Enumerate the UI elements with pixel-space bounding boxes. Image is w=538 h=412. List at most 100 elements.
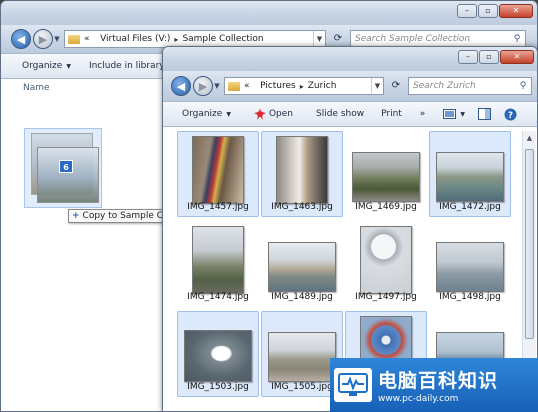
breadcrumb-sample-collection[interactable]: Sample Collection (182, 34, 263, 44)
preview-pane-button[interactable] (474, 108, 500, 120)
scroll-up-icon[interactable]: ▲ (523, 131, 536, 145)
address-overflow[interactable]: « (84, 34, 90, 44)
include-in-library-label: Include in library (88, 61, 165, 71)
back-button[interactable]: ◀ (11, 29, 31, 49)
maximize-button[interactable]: ▫ (479, 50, 499, 64)
address-bar[interactable]: « Pictures ▸ Zurich ▼ (224, 77, 384, 95)
more-commands-button[interactable]: » (411, 109, 435, 119)
chevron-down-icon: ▼ (66, 62, 71, 70)
file-tile[interactable]: IMG_1469.jpg (345, 131, 427, 217)
file-tile[interactable]: IMG_1503.jpg (177, 311, 259, 397)
scrollbar-thumb[interactable] (525, 149, 534, 339)
slide-show-button[interactable]: Slide show (302, 109, 373, 119)
chevron-down-icon: ▼ (226, 110, 231, 118)
help-icon: ? (504, 108, 517, 121)
include-in-library-button[interactable]: Include in library (80, 61, 174, 71)
back-arrow-icon: ◀ (16, 32, 26, 46)
file-name: IMG_1469.jpg (355, 202, 417, 212)
watermark-url: www.pc-daily.com (378, 394, 459, 404)
file-name: IMG_1463.jpg (271, 202, 333, 212)
address-overflow[interactable]: « (244, 81, 250, 91)
photo-thumbnail (436, 152, 504, 202)
drag-preview-photo (37, 147, 99, 203)
file-tile[interactable]: IMG_1498.jpg (429, 221, 511, 307)
close-button[interactable]: ✕ (499, 4, 533, 18)
back-button[interactable]: ◀ (171, 76, 191, 96)
more-commands-label: » (419, 109, 426, 119)
chevron-right-icon (254, 82, 257, 91)
back-arrow-icon: ◀ (176, 79, 186, 93)
organize-button[interactable]: Organize ▼ (13, 61, 80, 71)
chevron-right-icon[interactable]: ▸ (174, 35, 178, 44)
drag-preview: 6 (24, 128, 102, 208)
file-name: IMG_1498.jpg (439, 292, 501, 302)
window-controls: – ▫ ✕ (457, 50, 534, 64)
chevron-right-icon[interactable]: ▸ (300, 82, 304, 91)
window-controls: – ▫ ✕ (456, 4, 533, 18)
name-column-header[interactable]: Name (23, 83, 50, 93)
search-input[interactable]: Search Zurich ⚲ (408, 77, 532, 95)
file-tile[interactable]: IMG_1457.jpg (177, 131, 259, 217)
maximize-button[interactable]: ▫ (478, 4, 498, 18)
open-icon (253, 108, 266, 120)
search-icon[interactable]: ⚲ (515, 81, 531, 91)
search-icon[interactable]: ⚲ (509, 34, 525, 44)
slide-show-label: Slide show (316, 109, 365, 119)
preview-pane-icon (477, 108, 491, 120)
refresh-icon: ⟳ (333, 33, 343, 44)
photo-thumbnail (192, 136, 244, 204)
help-button[interactable]: ? (500, 108, 526, 121)
site-watermark: 电脑百科知识 www.pc-daily.com (330, 358, 538, 412)
change-view-button[interactable]: ▼ (434, 109, 474, 119)
address-dropdown[interactable]: ▼ (371, 78, 383, 94)
zurich-toolbar: Organize ▼ Open Slide show Print » ▼ ? (163, 101, 537, 127)
file-tile[interactable]: IMG_1463.jpg (261, 131, 343, 217)
print-label: Print (381, 109, 402, 119)
file-tile[interactable]: IMG_1497.jpg (345, 221, 427, 307)
breadcrumb-pictures[interactable]: Pictures (260, 81, 296, 91)
monitor-logo-icon (334, 368, 372, 402)
breadcrumb-virtual-files[interactable]: Virtual Files (V:) (100, 34, 170, 44)
file-name: IMG_1489.jpg (271, 292, 333, 302)
photo-thumbnail (192, 226, 244, 294)
breadcrumb-zurich[interactable]: Zurich (308, 81, 337, 91)
close-button[interactable]: ✕ (500, 50, 534, 64)
print-button[interactable]: Print (373, 109, 411, 119)
forward-arrow-icon: ▶ (198, 79, 208, 93)
search-placeholder: Search Zurich (413, 81, 476, 91)
file-tile[interactable]: IMG_1474.jpg (177, 221, 259, 307)
organize-label: Organize (22, 61, 63, 71)
chevron-right-icon (94, 35, 97, 44)
file-name: IMG_1457.jpg (187, 202, 249, 212)
file-name: IMG_1474.jpg (187, 292, 249, 302)
folder-icon (68, 34, 80, 44)
forward-button[interactable]: ▶ (33, 29, 53, 49)
photo-thumbnail (360, 226, 412, 294)
photo-thumbnail (352, 152, 420, 202)
file-tile[interactable]: IMG_1489.jpg (261, 221, 343, 307)
minimize-button[interactable]: – (457, 4, 477, 18)
organize-label: Organize (182, 109, 223, 119)
open-button[interactable]: Open (240, 108, 302, 120)
forward-arrow-icon: ▶ (38, 32, 48, 46)
folder-icon (228, 81, 240, 91)
search-placeholder: Search Sample Collection (355, 34, 471, 44)
refresh-button[interactable]: ⟳ (386, 77, 406, 95)
file-tile[interactable]: IMG_1472.jpg (429, 131, 511, 217)
copy-plus-icon: + (72, 211, 80, 221)
photo-thumbnail (276, 136, 328, 204)
recent-pages-dropdown[interactable]: ▼ (213, 82, 221, 90)
open-label: Open (268, 109, 293, 119)
photo-thumbnail (268, 332, 336, 382)
recent-pages-dropdown[interactable]: ▼ (53, 35, 61, 43)
watermark-title: 电脑百科知识 (378, 370, 499, 392)
photo-thumbnail (184, 330, 252, 382)
drag-count-badge: 6 (59, 160, 73, 173)
organize-button[interactable]: Organize ▼ (173, 109, 240, 119)
svg-text:?: ? (508, 111, 513, 121)
address-dropdown[interactable]: ▼ (313, 31, 325, 47)
minimize-button[interactable]: – (458, 50, 478, 64)
refresh-icon: ⟳ (391, 80, 401, 91)
forward-button[interactable]: ▶ (193, 76, 213, 96)
file-name: IMG_1472.jpg (439, 202, 501, 212)
